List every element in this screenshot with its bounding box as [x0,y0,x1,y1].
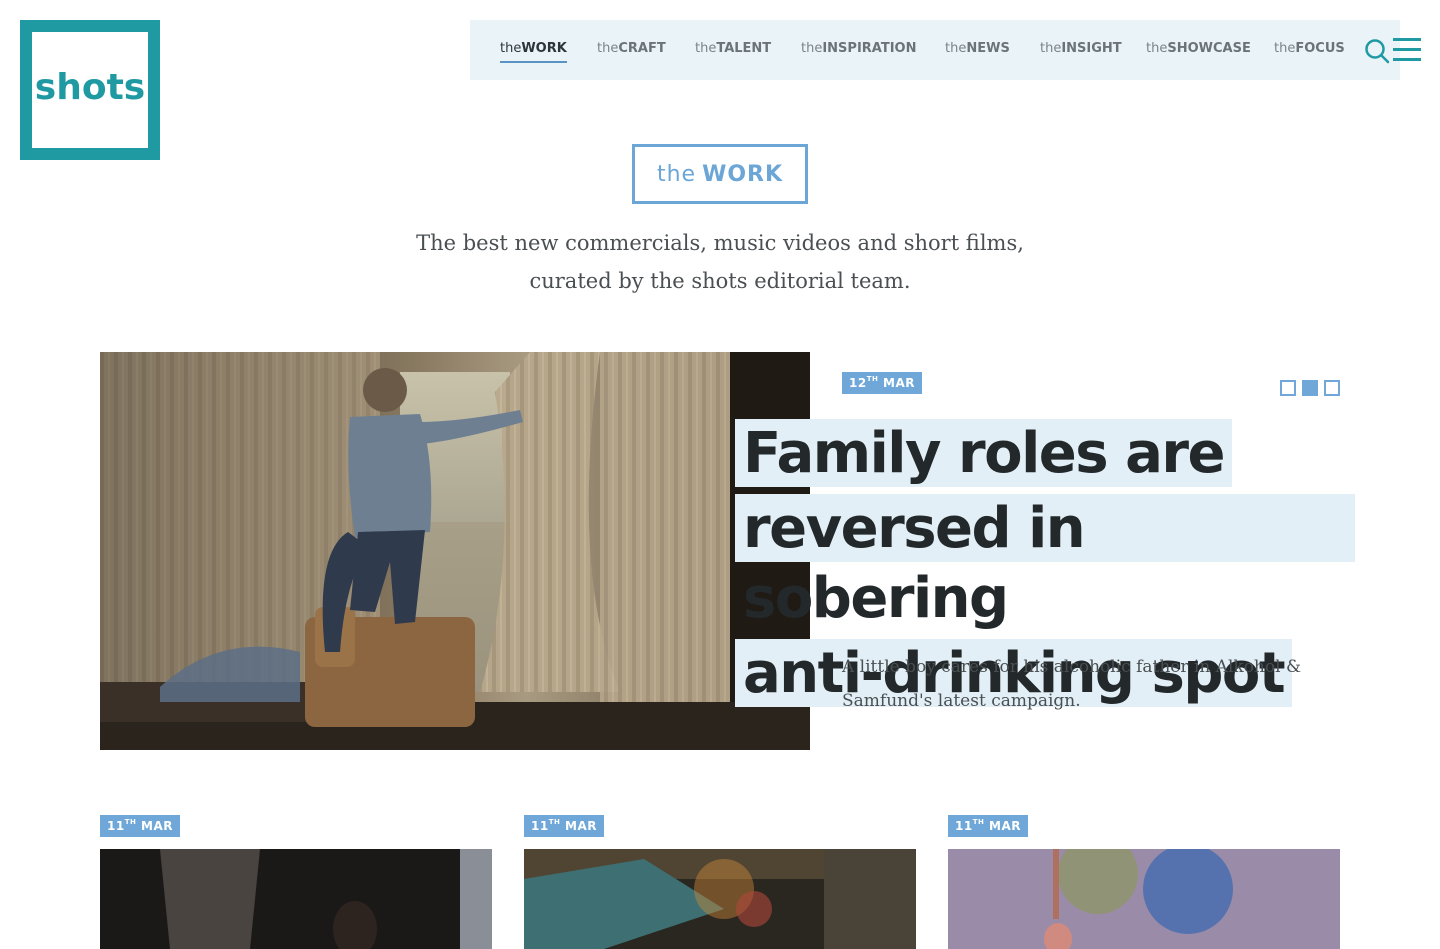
carousel-dot-1[interactable] [1280,380,1296,396]
date-suffix: TH [972,818,985,826]
menu-icon[interactable] [1393,38,1421,62]
nav-item-label: CRAFT [618,41,666,56]
card-photo [948,849,1340,949]
nav-item-prefix: the [597,41,619,56]
section-tag-the-work: the WORK [632,144,808,204]
nav-item-label: WORK [521,41,567,56]
date-day: 11 [531,819,549,833]
card-date-badge: 11TH MAR [100,815,180,837]
date-suffix: TH [548,818,561,826]
intro-line: curated by the shots editorial team. [529,269,911,293]
card-date-badge: 11TH MAR [524,815,604,837]
logo-text: shots [34,66,146,108]
nav-item-work[interactable]: theWORK [500,41,567,63]
nav-item-label: INSPIRATION [822,41,917,56]
nav-item-label: FOCUS [1295,41,1345,56]
nav-item-prefix: the [1040,41,1062,56]
date-month: MAR [141,819,173,833]
shots-logo[interactable]: shots [20,20,160,160]
card-image[interactable] [948,849,1340,949]
nav-item-prefix: the [500,41,522,56]
section-tag-label: WORK [702,161,784,187]
carousel-dot-2[interactable] [1302,380,1318,396]
card-photo [100,849,492,949]
nav-item-prefix: the [1274,41,1296,56]
nav-item-insight[interactable]: theINSIGHT [1040,41,1122,63]
hero-photo [100,352,810,750]
nav-item-showcase[interactable]: theSHOWCASE [1146,41,1251,63]
hero-date-badge: 12TH MAR [842,372,922,394]
main-navigation: theWORK theCRAFT theTALENT theINSPIRATIO… [470,20,1400,80]
intro-line: The best new commercials, music videos a… [416,231,1024,255]
hero-image[interactable] [100,352,810,750]
date-suffix: TH [124,818,137,826]
nav-item-label: NEWS [966,41,1010,56]
card-date-badge: 11TH MAR [948,815,1028,837]
nav-item-news[interactable]: theNEWS [945,41,1010,63]
card-image[interactable] [100,849,492,949]
headline-line: Family roles are [735,419,1232,487]
date-day: 12 [849,376,867,390]
search-icon[interactable] [1364,38,1390,64]
card-photo [524,849,916,949]
card-image[interactable] [524,849,916,949]
date-day: 11 [107,819,125,833]
nav-item-label: TALENT [716,41,772,56]
date-day: 11 [955,819,973,833]
nav-item-prefix: the [801,41,823,56]
nav-item-prefix: the [695,41,717,56]
section-tag-prefix: the [656,161,697,187]
date-month: MAR [989,819,1021,833]
carousel-pagination [1280,380,1340,396]
nav-item-inspiration[interactable]: theINSPIRATION [801,41,917,63]
nav-item-focus[interactable]: theFOCUS [1274,41,1345,63]
section-intro: The best new commercials, music videos a… [320,224,1120,300]
nav-item-prefix: the [945,41,967,56]
hero-description: A little boy cares for his alcoholic fat… [842,657,1302,711]
nav-item-label: SHOWCASE [1167,41,1251,56]
nav-item-talent[interactable]: theTALENT [695,41,771,63]
date-month: MAR [883,376,915,390]
nav-item-prefix: the [1146,41,1168,56]
date-suffix: TH [866,375,879,383]
nav-item-craft[interactable]: theCRAFT [597,41,666,63]
nav-item-label: INSIGHT [1061,41,1122,56]
headline-line: reversed in sobering [735,494,1355,631]
date-month: MAR [565,819,597,833]
carousel-dot-3[interactable] [1324,380,1340,396]
